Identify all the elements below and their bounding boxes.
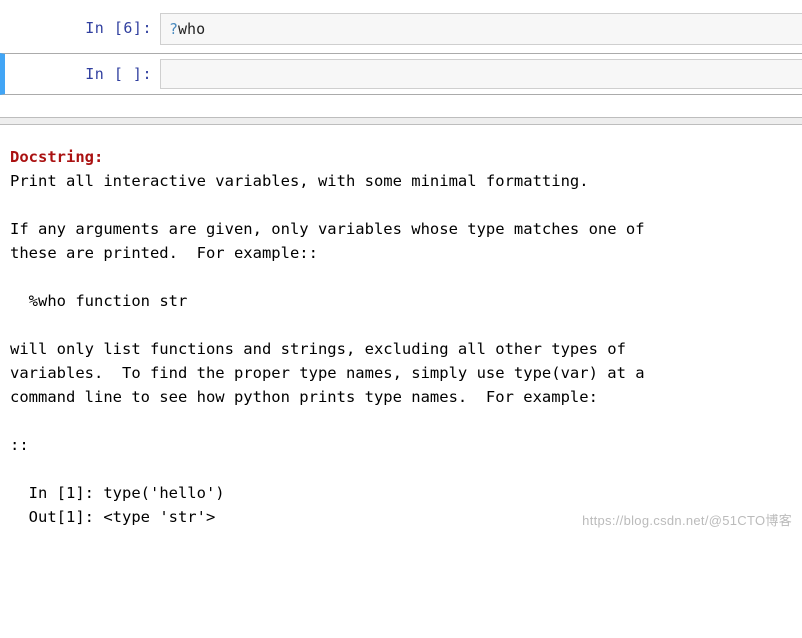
doc-line: these are printed. For example:: <box>10 244 318 262</box>
code-cell[interactable]: In [ ]: <box>0 53 802 95</box>
doc-line: If any arguments are given, only variabl… <box>10 220 645 238</box>
docstring-output: Docstring: Print all interactive variabl… <box>10 145 792 529</box>
code-input[interactable] <box>160 59 802 89</box>
doc-line: command line to see how python prints ty… <box>10 388 598 406</box>
doc-line: variables. To find the proper type names… <box>10 364 645 382</box>
code-input[interactable]: ?who <box>160 13 802 45</box>
notebook-area: In [6]: ?who In [ ]: <box>0 0 802 107</box>
doc-example-out: Out[1]: <type 'str'> <box>10 508 215 526</box>
input-prompt: In [ ]: <box>5 59 160 83</box>
doc-example-in: In [1]: type('hello') <box>10 484 225 502</box>
watermark: https://blog.csdn.net/@51CTO博客 <box>582 511 792 531</box>
doc-line: Print all interactive variables, with so… <box>10 172 589 190</box>
code-text: who <box>178 20 205 38</box>
pager-divider[interactable] <box>0 117 802 125</box>
doc-line: will only list functions and strings, ex… <box>10 340 626 358</box>
docstring-label: Docstring: <box>10 148 103 166</box>
help-operator: ? <box>169 20 178 38</box>
doc-line: :: <box>10 436 29 454</box>
input-prompt: In [6]: <box>5 13 160 37</box>
code-cell[interactable]: In [6]: ?who <box>0 7 802 51</box>
doc-example: %who function str <box>10 292 187 310</box>
help-pager: Docstring: Print all interactive variabl… <box>0 125 802 537</box>
